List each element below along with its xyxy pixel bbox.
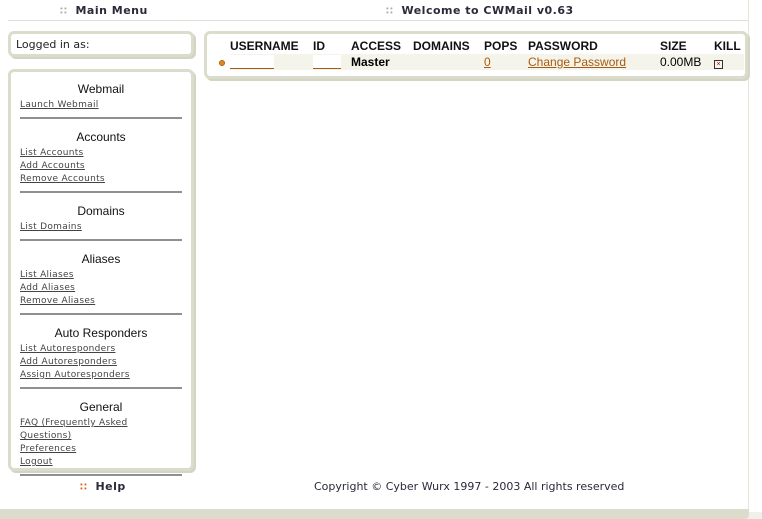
- bullet-icon: [219, 60, 225, 66]
- menu-section-general: General FAQ (Frequently Asked Questions) P…: [11, 400, 191, 476]
- main-menu-header: ∷ Main Menu: [60, 4, 148, 17]
- welcome-header: ∷ Welcome to CWMail v0.63: [386, 4, 574, 17]
- menu-divider: [20, 474, 182, 476]
- menu-section-title: Auto Responders: [54, 326, 148, 340]
- col-username: USERNAME: [230, 39, 299, 53]
- menu-divider: [20, 191, 182, 193]
- menu-link-launch-webmail[interactable]: Launch Webmail: [20, 99, 182, 112]
- menu-link-assign-autoresponders[interactable]: Assign Autoresponders: [20, 369, 182, 382]
- menu-link-remove-aliases[interactable]: Remove Aliases: [20, 295, 182, 308]
- col-pops: POPS: [484, 39, 518, 53]
- table-row: Master 0 Change Password 0.00MB ×: [211, 54, 744, 70]
- menu-link-list-domains[interactable]: List Domains: [20, 221, 182, 234]
- domains-value: [413, 54, 484, 70]
- menu-link-logout[interactable]: Logout: [20, 456, 182, 469]
- menu-divider: [20, 387, 182, 389]
- page-edge: [748, 0, 749, 510]
- menu-link-faq-frequently-asked-questions[interactable]: FAQ (Frequently Asked Questions): [20, 417, 182, 443]
- main-menu-title: Main Menu: [75, 4, 148, 17]
- pops-link[interactable]: 0: [484, 55, 491, 69]
- id-link[interactable]: [313, 55, 341, 69]
- menu-link-remove-accounts[interactable]: Remove Accounts: [20, 173, 182, 186]
- menu-section-title: Domains: [77, 204, 125, 218]
- grip-icon: ∷: [386, 6, 394, 17]
- menu-section-title: General: [79, 400, 123, 414]
- help-link[interactable]: ∷ Help: [80, 480, 126, 493]
- menu-divider: [20, 117, 182, 119]
- col-domains: DOMAINS: [413, 39, 470, 53]
- grip-icon: ∷: [60, 6, 68, 17]
- accounts-panel: USERNAME ID ACCESS DOMAINS POPS PASSWORD…: [204, 31, 748, 79]
- menu-section-title: Accounts: [76, 130, 126, 144]
- menu-section-auto-responders: Auto Responders List Autoresponders Add Au…: [11, 326, 191, 389]
- menu-link-add-accounts[interactable]: Add Accounts: [20, 160, 182, 173]
- menu-link-preferences[interactable]: Preferences: [20, 443, 182, 456]
- accounts-table: USERNAME ID ACCESS DOMAINS POPS PASSWORD…: [211, 38, 744, 70]
- menu-link-list-autoresponders[interactable]: List Autoresponders: [20, 343, 182, 356]
- header-divider: [8, 20, 749, 21]
- col-kill: KILL: [714, 39, 741, 53]
- menu-link-list-accounts[interactable]: List Accounts: [20, 147, 182, 160]
- menu-link-add-aliases[interactable]: Add Aliases: [20, 282, 182, 295]
- username-link[interactable]: [230, 55, 274, 69]
- menu-section-domains: Domains List Domains: [11, 204, 191, 241]
- menu-section-accounts: Accounts List Accounts Add Accounts Remove …: [11, 130, 191, 193]
- col-password: PASSWORD: [528, 39, 598, 53]
- col-access: ACCESS: [351, 39, 402, 53]
- kill-checkbox-icon[interactable]: ×: [714, 60, 723, 69]
- footer-bar: [0, 509, 749, 519]
- welcome-title: Welcome to CWMail v0.63: [401, 4, 574, 17]
- grip-icon: ∷: [80, 482, 88, 493]
- size-value: 0.00MB: [660, 54, 714, 70]
- col-size: SIZE: [660, 39, 687, 53]
- menu-link-list-aliases[interactable]: List Aliases: [20, 269, 182, 282]
- menu-section-aliases: Aliases List Aliases Add Aliases Remove Ali…: [11, 252, 191, 315]
- menu-divider: [20, 239, 182, 241]
- logged-in-label: Logged in as:: [16, 38, 90, 51]
- login-box: Logged in as:: [8, 31, 194, 57]
- col-id: ID: [313, 39, 325, 53]
- menu-divider: [20, 313, 182, 315]
- sidebar-menu: Webmail Launch Webmail Accounts List Accoun…: [8, 69, 194, 476]
- access-value: Master: [351, 54, 413, 70]
- menu-section-webmail: Webmail Launch Webmail: [11, 82, 191, 119]
- table-header-row: USERNAME ID ACCESS DOMAINS POPS PASSWORD…: [211, 38, 744, 54]
- change-password-link[interactable]: Change Password: [528, 55, 626, 69]
- menu-section-title: Webmail: [77, 82, 125, 96]
- menu-section-title: Aliases: [81, 252, 121, 266]
- help-label: Help: [95, 480, 126, 493]
- copyright-text: Copyright © Cyber Wurx 1997 - 2003 All r…: [314, 480, 625, 493]
- menu-link-add-autoresponders[interactable]: Add Autoresponders: [20, 356, 182, 369]
